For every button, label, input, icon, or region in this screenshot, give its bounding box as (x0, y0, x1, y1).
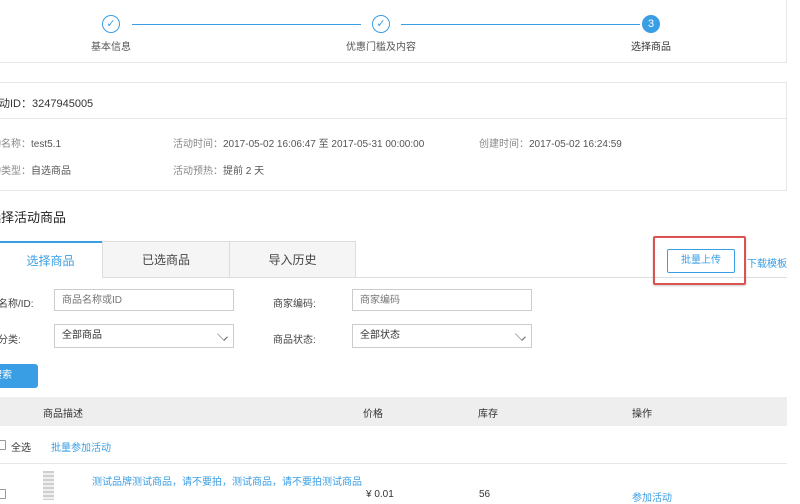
header-desc: 商品描述 (43, 409, 83, 420)
tab-selected-products[interactable]: 已选商品 (102, 241, 230, 278)
section-title: 选择活动商品 (0, 210, 67, 225)
activity-id: 活动ID：3247945005 (0, 95, 93, 111)
step-connector-1 (132, 24, 361, 25)
filter-name-label: 商品名称/ID: (0, 299, 34, 310)
activity-preheat: 活动预热：提前 2 天 (173, 162, 264, 177)
select-all-checkbox[interactable] (0, 440, 6, 450)
filter-code-label: 商家编码: (273, 299, 316, 310)
chevron-down-icon (217, 330, 228, 341)
batch-join-link[interactable]: 批量参加活动 (51, 439, 111, 454)
activity-name: 活动名称：test5.1 (0, 135, 61, 150)
step-2-label: 优惠门槛及内容 (346, 42, 416, 53)
status-select[interactable]: 全部状态 (352, 324, 532, 348)
steps-panel (0, 0, 787, 63)
activity-preheat-label: 活动预热： (173, 166, 223, 177)
product-title-link[interactable]: 测试品牌测试商品，请不要拍，测试商品，请不要拍测试商品 (92, 473, 362, 488)
step-3-number: 3 (642, 15, 660, 33)
activity-name-value: test5.1 (31, 139, 62, 150)
activity-created-value: 2017-05-02 16:24:59 (529, 139, 622, 150)
tab-select-products[interactable]: 选择商品 (0, 241, 103, 278)
row-checkbox[interactable] (0, 489, 6, 499)
step-1-label: 基本信息 (91, 42, 131, 53)
activity-id-panel (0, 82, 787, 119)
header-stock: 库存 (478, 409, 498, 420)
product-stock: 56 (479, 489, 491, 500)
step-3-label: 选择商品 (631, 42, 671, 53)
activity-preheat-value: 提前 2 天 (223, 166, 265, 177)
product-price: ¥ 0.01 (366, 489, 394, 500)
activity-type-value: 自选商品 (31, 166, 71, 177)
category-select[interactable]: 全部商品 (54, 324, 234, 348)
product-thumbnail (43, 471, 54, 500)
step-1-check-icon: ✓ (102, 15, 120, 33)
activity-created: 创建时间：2017-05-02 16:24:59 (479, 135, 622, 150)
tab-import-history[interactable]: 导入历史 (229, 241, 356, 278)
activity-created-label: 创建时间： (479, 139, 529, 150)
filter-status-label: 商品状态: (273, 335, 316, 346)
activity-type-label: 活动类型： (0, 166, 31, 177)
chevron-down-icon (515, 330, 526, 341)
product-name-input[interactable] (54, 289, 234, 311)
activity-id-label: 活动ID： (0, 98, 32, 110)
table-header (0, 397, 787, 426)
activity-time-label: 活动时间： (173, 139, 223, 150)
activity-details-panel (0, 118, 787, 191)
step-connector-2 (401, 24, 640, 25)
header-op: 操作 (632, 409, 652, 420)
activity-name-label: 活动名称： (0, 139, 31, 150)
row-divider (0, 463, 787, 464)
activity-id-value: 3247945005 (32, 98, 94, 110)
activity-type: 活动类型：自选商品 (0, 162, 71, 177)
activity-time-value: 2017-05-02 16:06:47 至 2017-05-31 00:00:0… (223, 139, 425, 150)
select-all-label: 全选 (11, 443, 31, 454)
filter-category-label: 商品分类: (0, 335, 21, 346)
activity-time: 活动时间：2017-05-02 16:06:47 至 2017-05-31 00… (173, 135, 424, 150)
merchant-code-input[interactable] (352, 289, 532, 311)
search-button-label: 搜索 (0, 370, 12, 381)
header-price: 价格 (363, 409, 383, 420)
download-template-link[interactable]: 下载模板 (747, 255, 787, 270)
status-select-value: 全部状态 (360, 330, 400, 341)
join-activity-link[interactable]: 参加活动 (632, 489, 672, 504)
step-2-check-icon: ✓ (372, 15, 390, 33)
batch-upload-button[interactable]: 批量上传 (667, 249, 735, 273)
category-select-value: 全部商品 (62, 330, 102, 341)
search-button[interactable]: 搜索 (0, 364, 38, 388)
